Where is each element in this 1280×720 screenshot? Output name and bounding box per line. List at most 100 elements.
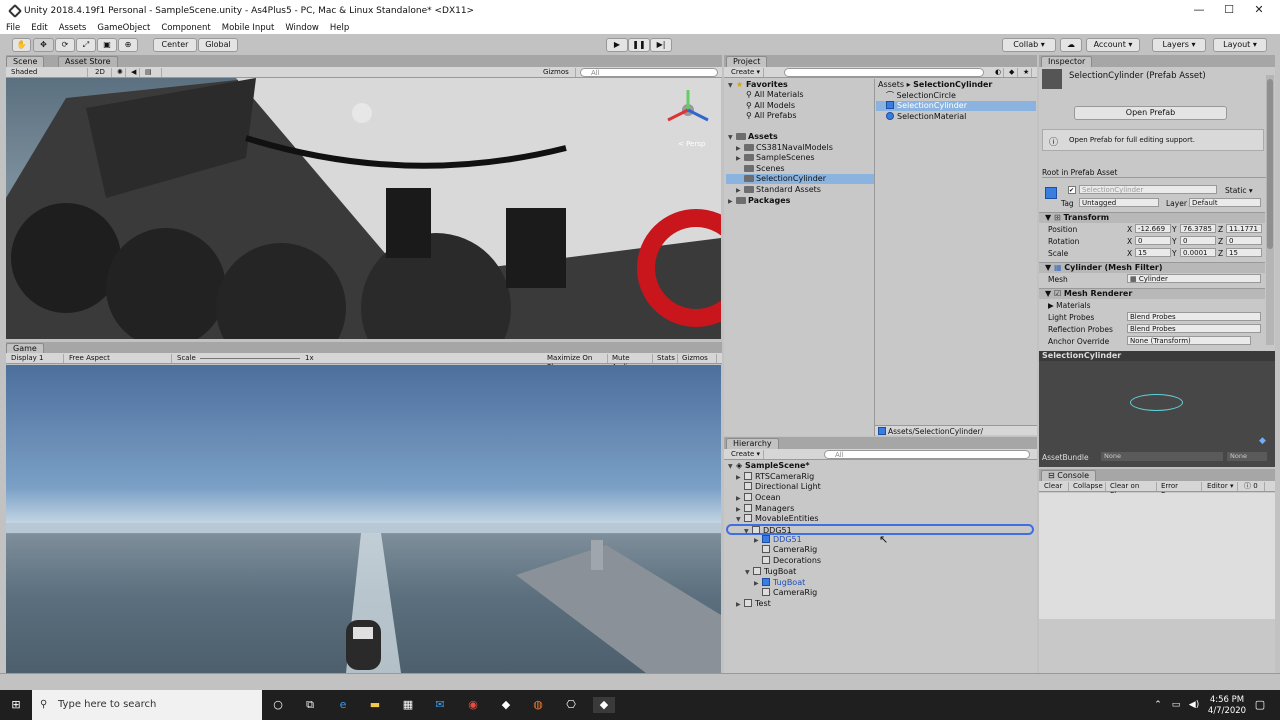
pivot-center-button[interactable]: Center [153,38,197,52]
breadcrumb-selectioncylinder[interactable]: SelectionCylinder [913,80,992,89]
folder-cs381navalmodels[interactable]: ▶ CS381NavalModels [736,143,833,153]
clock[interactable]: 4:56 PM 4/7/2020 [1206,695,1248,717]
rot-y-field[interactable]: 0 [1180,236,1216,245]
tag-icon[interactable]: ◆ [1259,436,1266,446]
breadcrumb-assets[interactable]: Assets [878,80,904,89]
meshfilter-header[interactable]: ▼ ▦ Cylinder (Mesh Filter) [1039,262,1265,273]
close-button[interactable]: ✕ [1244,2,1274,18]
project-create-button[interactable]: Create ▾ [728,68,764,77]
file-selectioncircle[interactable]: ⌒ SelectionCircle [886,91,956,101]
scene-viewport[interactable]: < Persp [6,78,721,339]
assetbundle-dropdown[interactable]: None [1101,452,1223,461]
pause-button[interactable]: ❚❚ [628,38,650,52]
cloud-icon[interactable]: ☁ [1060,38,1082,52]
menu-edit[interactable]: Edit [31,23,47,33]
console-error-pause-toggle[interactable]: Error Pause [1158,482,1202,499]
menu-help[interactable]: Help [330,23,349,33]
filter-label-icon[interactable]: ◆ [1006,68,1018,77]
account-button[interactable]: Account ▾ [1086,38,1140,52]
task-view-icon[interactable]: ⧉ [302,697,318,713]
network-icon[interactable]: ▭ [1168,697,1184,713]
hier-rtscamerarig[interactable]: ▶ RTSCameraRig [736,472,814,482]
pos-z-field[interactable]: 11.1771 [1226,224,1262,233]
light-probes-dropdown[interactable]: Blend Probes [1127,312,1261,321]
menu-gameobject[interactable]: GameObject [97,23,150,33]
chrome-icon[interactable]: ◉ [465,697,481,713]
rotate-tool-icon[interactable]: ⟳ [55,38,75,52]
tab-asset-store[interactable]: Asset Store [58,56,118,67]
packages-header[interactable]: ▶ Packages [728,196,790,206]
display-dropdown[interactable]: Display 1 [8,354,64,363]
rot-z-field[interactable]: 0 [1226,236,1262,245]
mode-2d-toggle[interactable]: 2D [92,68,112,77]
transform-header[interactable]: ▼ ⊞ Transform [1039,212,1265,223]
meshrenderer-header[interactable]: ▼ ☑ Mesh Renderer [1039,288,1265,299]
menu-assets[interactable]: Assets [59,23,87,33]
hier-managers[interactable]: ▶ Managers [736,504,794,514]
scl-z-field[interactable]: 15 [1226,248,1262,257]
menu-component[interactable]: Component [161,23,210,33]
materials-label[interactable]: ▶ Materials [1048,301,1091,310]
hand-tool-icon[interactable]: ✋ [12,38,31,52]
maximize-on-play-toggle[interactable]: Maximize On Play [544,354,608,371]
assetbundle-variant-dropdown[interactable]: None [1227,452,1267,461]
hier-tugboat-camerarig[interactable]: CameraRig [754,588,817,598]
volume-icon[interactable]: ◀) [1186,697,1202,713]
mesh-field[interactable]: ▦ Cylinder [1127,274,1261,283]
cortana-icon[interactable]: ○ [270,697,286,713]
hier-ddg51-camerarig[interactable]: CameraRig [754,545,817,555]
hier-decorations[interactable]: Decorations [754,556,821,566]
filter-type-icon[interactable]: ◐ [992,68,1004,77]
console-editor-dropdown[interactable]: Editor ▾ [1204,482,1238,491]
audio-icon[interactable]: ◀ [128,68,140,77]
layers-button[interactable]: Layers ▾ [1152,38,1206,52]
move-tool-icon[interactable]: ✥ [33,38,54,52]
tab-project[interactable]: Project [726,56,768,67]
folder-samplescenes[interactable]: ▶ SampleScenes [736,153,815,163]
assets-header[interactable]: ▼ Assets [728,132,778,142]
play-button[interactable]: ▶ [606,38,628,52]
menu-file[interactable]: File [6,23,20,33]
tray-up-icon[interactable]: ⌃ [1150,697,1166,713]
hier-tugboat-parent[interactable]: ▼ TugBoat [745,567,796,577]
pos-y-field[interactable]: 76.3785 [1180,224,1216,233]
favorites-header[interactable]: ▼ ★ Favorites [728,80,788,90]
anchor-override-field[interactable]: None (Transform) [1127,336,1251,345]
console-collapse-toggle[interactable]: Collapse [1070,482,1106,491]
folder-selectioncylinder[interactable]: SelectionCylinder [726,174,874,184]
hier-directional-light[interactable]: Directional Light [736,482,821,492]
layer-dropdown[interactable]: Default [1189,198,1261,207]
edge-icon[interactable]: e [335,697,351,713]
hier-ocean[interactable]: ▶ Ocean [736,493,781,503]
scale-slider[interactable] [200,358,300,359]
favorite-star-icon[interactable]: ★ [1020,68,1032,77]
hierarchy-search-input[interactable]: All [824,450,1030,459]
tab-console[interactable]: ⊟ Console [1041,470,1097,481]
transform-tool-icon[interactable]: ⊕ [118,38,138,52]
open-prefab-button[interactable]: Open Prefab [1074,106,1227,120]
tab-hierarchy[interactable]: Hierarchy [726,438,779,449]
file-explorer-icon[interactable]: ▬ [367,697,383,713]
scene-search-input[interactable]: All [580,68,718,77]
scl-y-field[interactable]: 0.0001 [1180,248,1216,257]
file-selectionmaterial[interactable]: SelectionMaterial [886,112,966,122]
rect-tool-icon[interactable]: ▣ [97,38,117,52]
pos-x-field[interactable]: -12.669 [1135,224,1171,233]
game-viewport[interactable] [6,365,721,673]
unity-alt-icon[interactable]: ⎔ [563,697,579,713]
lighting-icon[interactable]: ✺ [114,68,126,77]
stats-toggle[interactable]: Stats [654,354,678,363]
menu-mobile-input[interactable]: Mobile Input [222,23,275,33]
rot-x-field[interactable]: 0 [1135,236,1171,245]
unity-editor-icon[interactable]: ◆ [593,697,615,713]
aspect-dropdown[interactable]: Free Aspect [66,354,172,363]
mute-audio-toggle[interactable]: Mute Audio [609,354,653,371]
notifications-icon[interactable]: ▢ [1252,697,1268,713]
fav-all-materials[interactable]: ⚲ All Materials [746,90,804,100]
fav-all-prefabs[interactable]: ⚲ All Prefabs [746,111,797,121]
effects-icon[interactable]: ▤ [142,68,162,77]
console-log-count[interactable]: ⓘ 0 [1241,482,1265,491]
scene-gizmos-dropdown[interactable]: Gizmos ▾ [540,68,576,85]
folder-scenes[interactable]: Scenes [736,164,785,174]
firefox-icon[interactable]: ◍ [530,697,546,713]
